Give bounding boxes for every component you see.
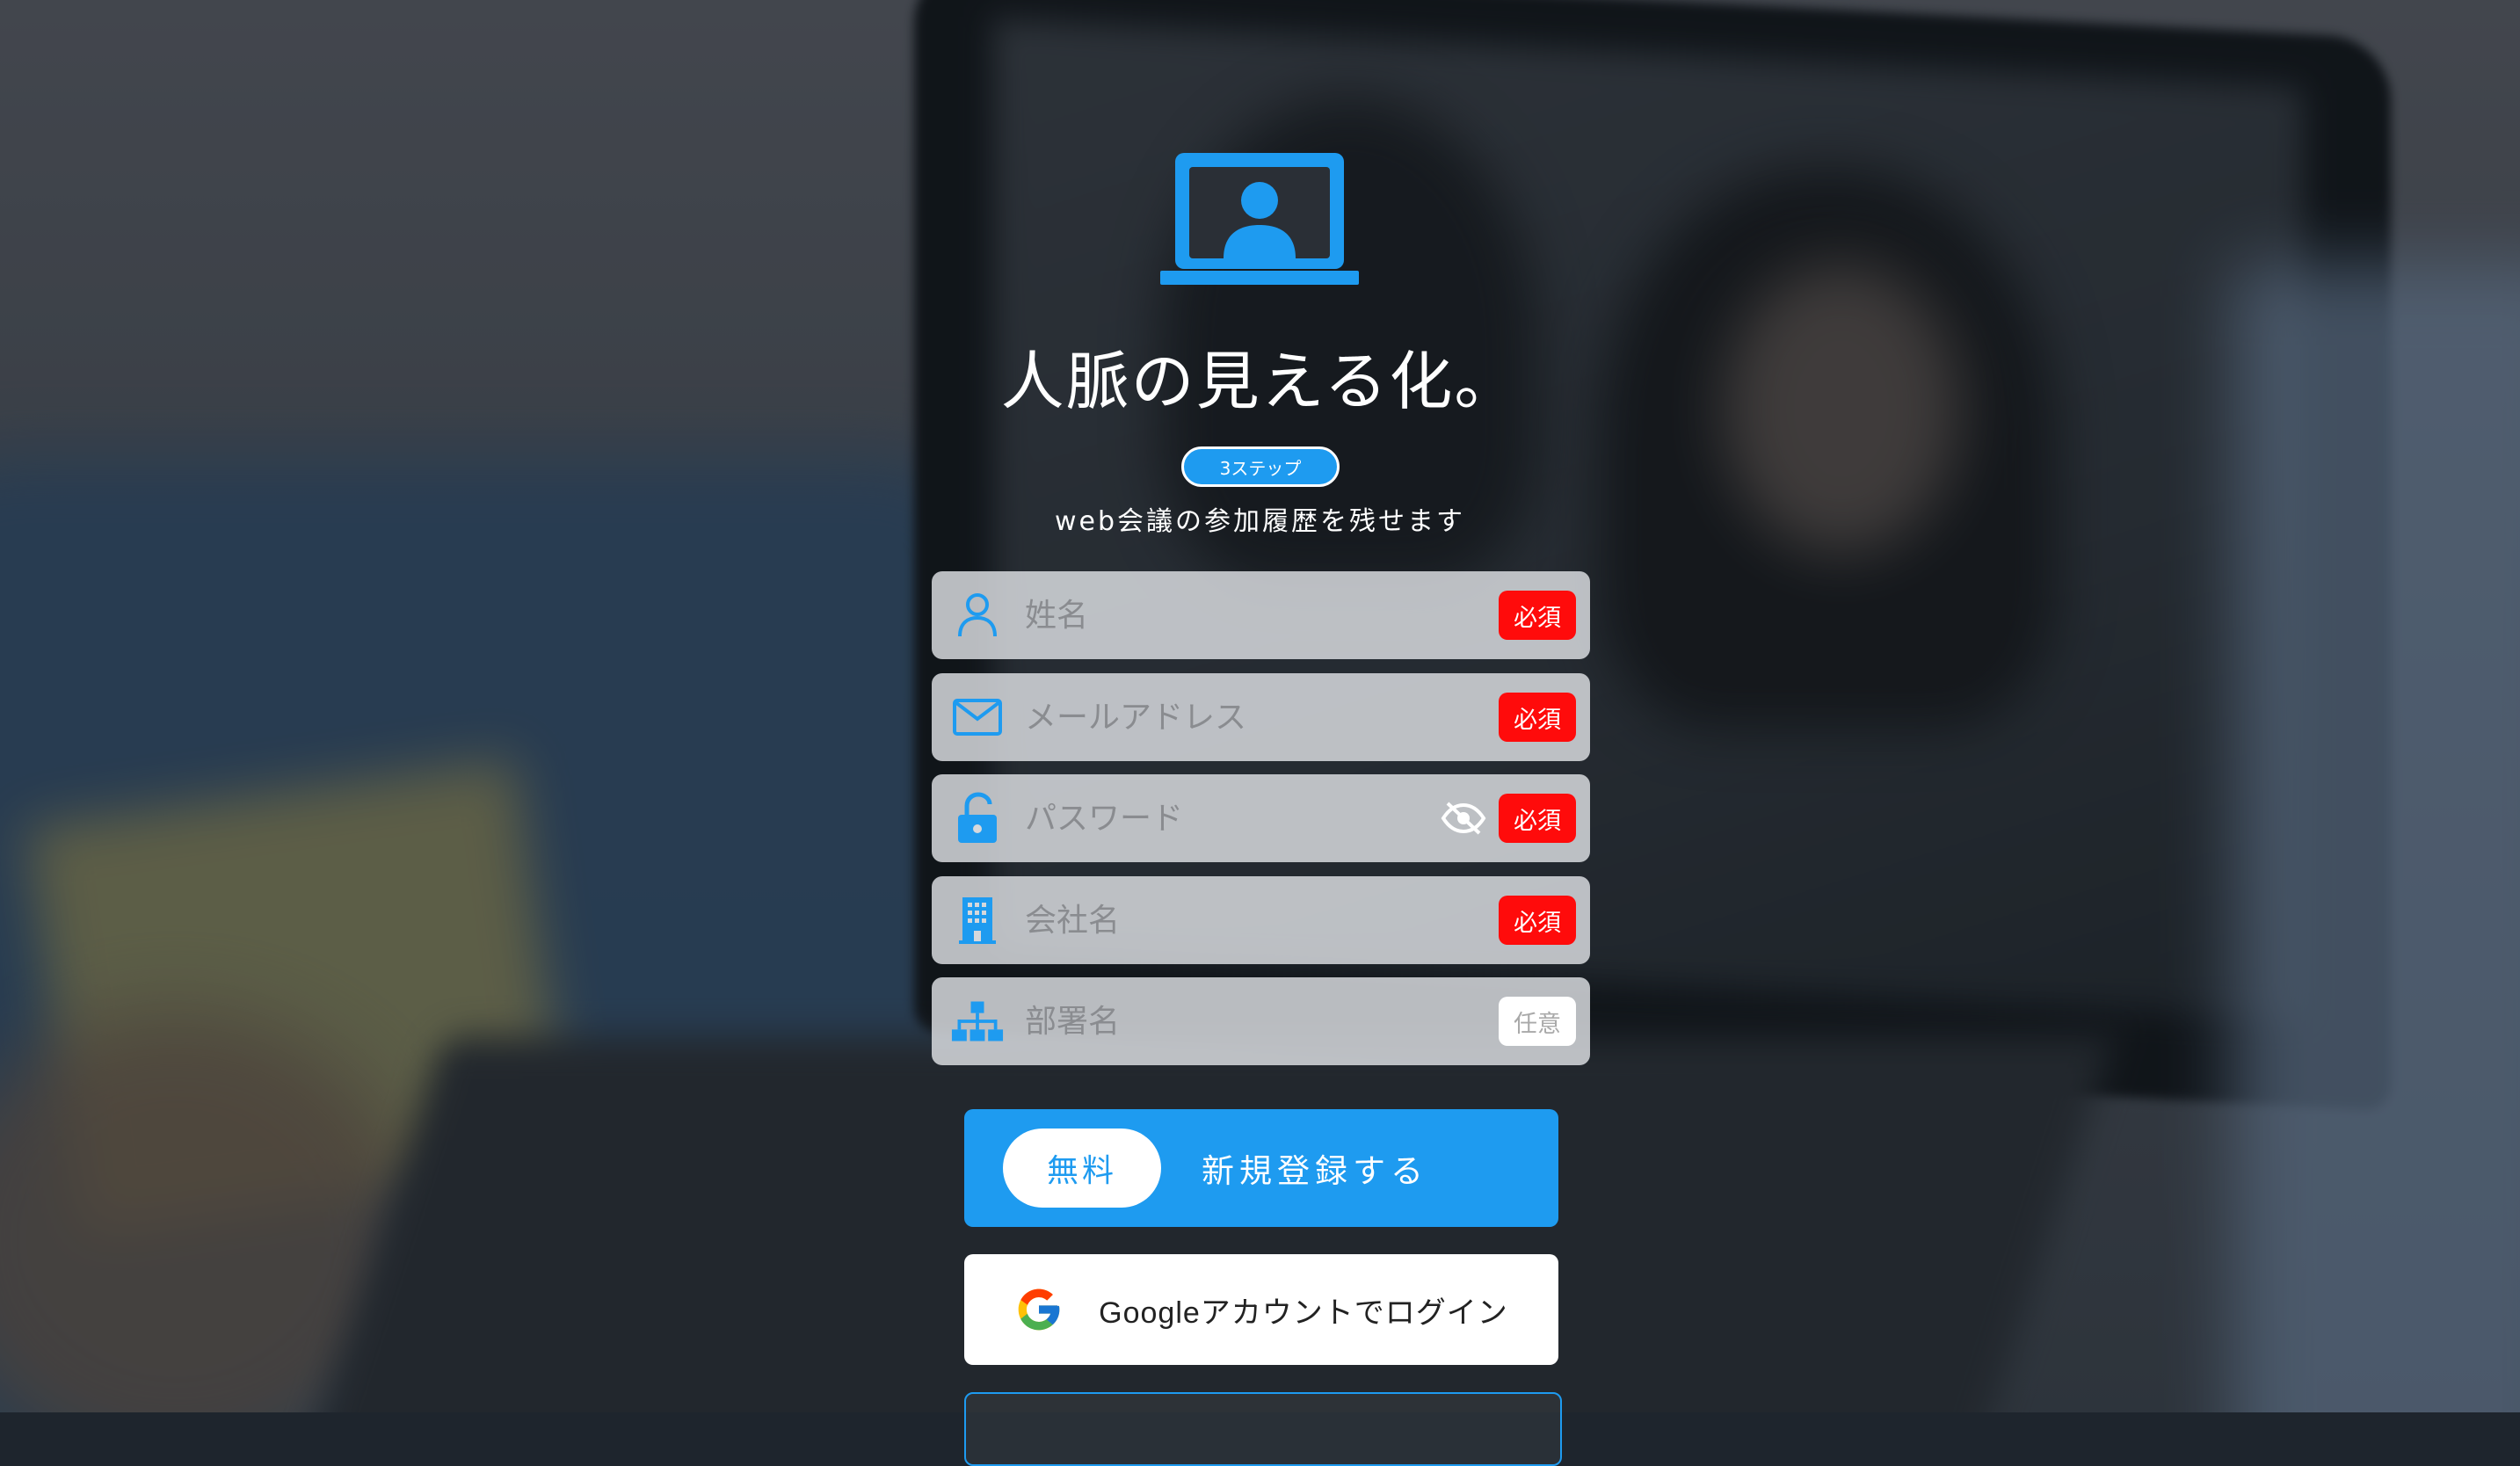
- google-login-button[interactable]: Googleアカウントでログイン: [964, 1254, 1558, 1365]
- org-chart-icon: [951, 995, 1004, 1048]
- email-field: 必須: [932, 673, 1590, 761]
- required-tag: 必須: [1499, 896, 1576, 945]
- department-field: 任意: [932, 977, 1590, 1065]
- mail-icon: [951, 691, 1004, 744]
- building-icon: [951, 894, 1004, 947]
- email-input[interactable]: [1023, 698, 1499, 737]
- unlock-icon: [951, 792, 1004, 845]
- company-input[interactable]: [1023, 901, 1499, 940]
- next-button-partial[interactable]: [964, 1392, 1562, 1466]
- optional-tag: 任意: [1499, 997, 1576, 1046]
- password-field: 必須: [932, 774, 1590, 862]
- name-input[interactable]: [1023, 596, 1499, 635]
- laptop-user-logo-icon: [1160, 153, 1359, 285]
- google-login-label: Googleアカウントでログイン: [1099, 1295, 1508, 1330]
- person-icon: [951, 589, 1004, 642]
- required-tag: 必須: [1499, 794, 1576, 843]
- required-tag: 必須: [1499, 591, 1576, 640]
- name-field: 必須: [932, 571, 1590, 659]
- required-tag: 必須: [1499, 693, 1576, 742]
- password-input[interactable]: [1023, 799, 1439, 838]
- free-register-button[interactable]: 無料 新規登録する: [964, 1109, 1558, 1227]
- register-label: 新規登録する: [1202, 1153, 1428, 1189]
- company-field: 必須: [932, 876, 1590, 964]
- step-badge: 3ステップ: [1181, 446, 1340, 487]
- department-input[interactable]: [1023, 1002, 1499, 1041]
- free-badge: 無料: [1003, 1129, 1161, 1208]
- subtitle: web会議の参加履歴を残せます: [1054, 506, 1466, 537]
- app-title: 人脈の見える化。: [1000, 345, 1520, 418]
- google-g-icon: [1018, 1288, 1060, 1331]
- eye-off-icon[interactable]: [1439, 794, 1488, 843]
